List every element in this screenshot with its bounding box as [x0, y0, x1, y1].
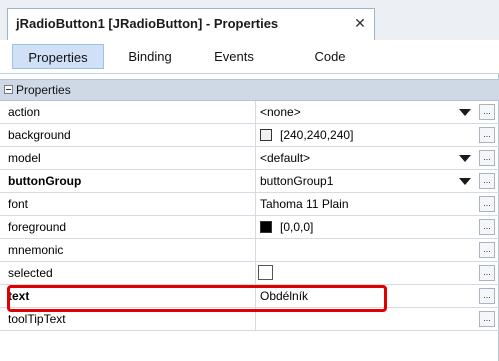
property-value[interactable]: [240,240,240] [256, 124, 477, 146]
property-row-action[interactable]: action <none> ... [0, 101, 499, 124]
properties-window: jRadioButton1 [JRadioButton] - Propertie… [0, 0, 499, 361]
dropdown-arrow-icon[interactable] [459, 155, 471, 162]
property-value[interactable]: [0,0,0] [256, 216, 477, 238]
ellipsis-button[interactable]: ... [479, 311, 495, 327]
property-value[interactable] [256, 308, 477, 330]
property-name: model [0, 147, 256, 169]
property-value[interactable] [256, 262, 477, 284]
color-value: [240,240,240] [280, 128, 354, 142]
tab-bar: Properties Binding Events Code [0, 40, 499, 74]
property-value[interactable]: buttonGroup1 [256, 170, 477, 192]
ellipsis-button[interactable]: ... [479, 265, 495, 281]
dropdown-arrow-icon[interactable] [459, 178, 471, 185]
property-row-tooltiptext[interactable]: toolTipText ... [0, 308, 499, 331]
tab-events[interactable]: Events [198, 44, 270, 69]
color-value: [0,0,0] [280, 220, 314, 234]
property-name: background [0, 124, 256, 146]
collapse-icon[interactable] [4, 85, 13, 94]
property-row-buttongroup[interactable]: buttonGroup buttonGroup1 ... [0, 170, 499, 193]
color-swatch-icon [260, 129, 272, 141]
ellipsis-button[interactable]: ... [479, 219, 495, 235]
property-row-text[interactable]: text Obdélník ... [0, 285, 499, 308]
property-row-mnemonic[interactable]: mnemonic ... [0, 239, 499, 262]
property-name: text [0, 285, 256, 307]
ellipsis-button[interactable]: ... [479, 242, 495, 258]
ellipsis-button[interactable]: ... [479, 196, 495, 212]
property-value[interactable]: <default> [256, 147, 477, 169]
property-name: buttonGroup [0, 170, 256, 192]
ellipsis-button[interactable]: ... [479, 127, 495, 143]
section-label: Properties [16, 83, 71, 97]
property-name: font [0, 193, 256, 215]
ellipsis-button[interactable]: ... [479, 150, 495, 166]
tab-binding[interactable]: Binding [112, 44, 188, 69]
ellipsis-button[interactable]: ... [479, 104, 495, 120]
window-title: jRadioButton1 [JRadioButton] - Propertie… [16, 16, 279, 31]
property-name: mnemonic [0, 239, 256, 261]
property-row-selected[interactable]: selected ... [0, 262, 499, 285]
property-value[interactable] [256, 239, 477, 261]
close-icon[interactable]: ✕ [352, 15, 368, 31]
tab-code[interactable]: Code [300, 44, 360, 69]
document-tab[interactable]: jRadioButton1 [JRadioButton] - Propertie… [7, 8, 375, 40]
ellipsis-button[interactable]: ... [479, 288, 495, 304]
property-row-font[interactable]: font Tahoma 11 Plain ... [0, 193, 499, 216]
property-value[interactable]: <none> [256, 101, 477, 123]
property-name: action [0, 101, 256, 123]
property-name: selected [0, 262, 256, 284]
property-value[interactable]: Tahoma 11 Plain [256, 193, 477, 215]
ellipsis-button[interactable]: ... [479, 173, 495, 189]
property-name: foreground [0, 216, 256, 238]
tab-properties[interactable]: Properties [12, 44, 104, 69]
property-row-background[interactable]: background [240,240,240] ... [0, 124, 499, 147]
property-name: toolTipText [0, 308, 256, 330]
color-swatch-icon [260, 221, 272, 233]
property-row-foreground[interactable]: foreground [0,0,0] ... [0, 216, 499, 239]
property-value[interactable]: Obdélník [256, 285, 477, 307]
property-row-model[interactable]: model <default> ... [0, 147, 499, 170]
selected-checkbox[interactable] [258, 265, 273, 280]
window-titlebar: jRadioButton1 [JRadioButton] - Propertie… [0, 0, 499, 40]
section-header-properties[interactable]: Properties [0, 79, 499, 101]
dropdown-arrow-icon[interactable] [459, 109, 471, 116]
